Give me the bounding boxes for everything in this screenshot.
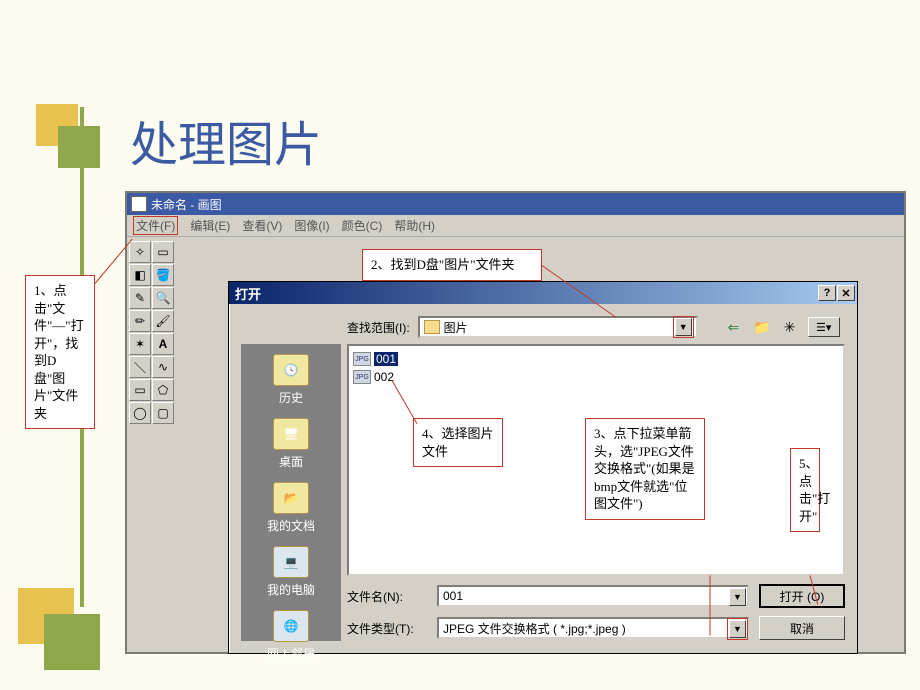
jpeg-file-icon: JPG bbox=[353, 370, 371, 384]
nav-back-icon[interactable]: ⇐ bbox=[724, 317, 744, 337]
views-menu-icon[interactable]: ☰▾ bbox=[808, 317, 840, 337]
filetype-field[interactable]: JPEG 文件交换格式 ( *.jpg;*.jpeg ) ▼ bbox=[437, 617, 749, 639]
menu-edit[interactable]: 编辑(E) bbox=[190, 217, 230, 234]
filetype-dropdown-icon[interactable]: ▼ bbox=[729, 620, 746, 638]
folder-icon bbox=[424, 320, 440, 334]
lookin-label: 查找范围(I): bbox=[347, 319, 410, 336]
tool-rect[interactable]: ▭ bbox=[129, 379, 151, 401]
open-dialog-titlebar: 打开 ? ✕ bbox=[229, 282, 857, 304]
tool-airbrush[interactable]: ✶ bbox=[129, 333, 151, 355]
filetype-label: 文件类型(T): bbox=[347, 620, 427, 637]
file-item-name: 001 bbox=[374, 352, 398, 366]
filetype-value: JPEG 文件交换格式 ( *.jpg;*.jpeg ) bbox=[443, 620, 626, 637]
tool-curve[interactable]: ∿ bbox=[152, 356, 174, 378]
paint-titlebar: 未命名 - 画图 bbox=[127, 193, 904, 215]
open-button[interactable]: 打开 (O) bbox=[759, 584, 845, 608]
close-button[interactable]: ✕ bbox=[837, 285, 855, 301]
place-mydocs-label: 我的文档 bbox=[246, 517, 336, 534]
tool-polygon[interactable]: ⬠ bbox=[152, 379, 174, 401]
connector-line bbox=[710, 576, 711, 636]
paint-menubar: 文件(F) 编辑(E) 查看(V) 图像(I) 颜色(C) 帮助(H) bbox=[127, 215, 904, 237]
filename-value: 001 bbox=[443, 589, 463, 603]
annotation-2: 2、找到D盘"图片"文件夹 bbox=[362, 249, 542, 281]
tool-line[interactable]: ＼ bbox=[129, 356, 151, 378]
help-button[interactable]: ? bbox=[818, 285, 836, 301]
new-folder-icon[interactable]: ✳ bbox=[780, 317, 800, 337]
place-mycomputer[interactable]: 💻 我的电脑 bbox=[246, 542, 336, 602]
place-desktop[interactable]: 🖥 桌面 bbox=[246, 414, 336, 474]
lookin-combobox[interactable]: 图片 ▼ bbox=[418, 316, 698, 338]
paint-app-icon bbox=[131, 196, 147, 212]
file-item[interactable]: JPG 001 bbox=[353, 350, 839, 368]
place-history-label: 历史 bbox=[246, 389, 336, 406]
annotation-5: 5、点击"打开" bbox=[790, 448, 820, 532]
tool-fill[interactable]: 🪣 bbox=[152, 264, 174, 286]
mydocs-icon: 📂 bbox=[273, 482, 309, 514]
open-dialog-title: 打开 bbox=[235, 284, 261, 303]
lookin-dropdown-icon[interactable]: ▼ bbox=[675, 318, 692, 336]
desktop-icon: 🖥 bbox=[273, 418, 309, 450]
tool-ellipse[interactable]: ◯ bbox=[129, 402, 151, 424]
mycomputer-icon: 💻 bbox=[273, 546, 309, 578]
place-desktop-label: 桌面 bbox=[246, 453, 336, 470]
tool-pencil[interactable]: ✏ bbox=[129, 310, 151, 332]
place-network[interactable]: 🌐 网上邻居 bbox=[246, 606, 336, 666]
cancel-button[interactable]: 取消 bbox=[759, 616, 845, 640]
tool-text[interactable]: A bbox=[152, 333, 174, 355]
open-dialog: 打开 ? ✕ 查找范围(I): 图片 ▼ ⇐ 📁 ✳ ☰▾ 🕓 历史 🖥 桌面 bbox=[228, 281, 858, 654]
annotation-1: 1、点击"文件"—"打开"，找到D盘"图片"文件夹 bbox=[25, 275, 95, 429]
menu-view[interactable]: 查看(V) bbox=[242, 217, 282, 234]
nav-up-icon[interactable]: 📁 bbox=[752, 317, 772, 337]
annotation-4: 4、选择图片文件 bbox=[413, 418, 503, 467]
history-icon: 🕓 bbox=[273, 354, 309, 386]
tool-magnifier[interactable]: 🔍 bbox=[152, 287, 174, 309]
places-bar: 🕓 历史 🖥 桌面 📂 我的文档 💻 我的电脑 🌐 网上邻居 bbox=[241, 344, 341, 641]
tool-eraser[interactable]: ◧ bbox=[129, 264, 151, 286]
paint-toolbox: ✧ ▭ ◧ 🪣 ✎ 🔍 ✏ 🖌 ✶ A ＼ ∿ ▭ ⬠ ◯ ▢ bbox=[127, 239, 175, 426]
tool-round-rect[interactable]: ▢ bbox=[152, 402, 174, 424]
place-mycomputer-label: 我的电脑 bbox=[246, 581, 336, 598]
tool-rect-select[interactable]: ▭ bbox=[152, 241, 174, 263]
menu-color[interactable]: 颜色(C) bbox=[342, 217, 383, 234]
place-network-label: 网上邻居 bbox=[246, 645, 336, 662]
jpeg-file-icon: JPG bbox=[353, 352, 371, 366]
tool-brush[interactable]: 🖌 bbox=[152, 310, 174, 332]
lookin-value: 图片 bbox=[444, 319, 468, 336]
file-item-name: 002 bbox=[374, 370, 394, 384]
filename-label: 文件名(N): bbox=[347, 588, 427, 605]
filename-field[interactable]: 001 ▼ bbox=[437, 585, 749, 607]
place-history[interactable]: 🕓 历史 bbox=[246, 350, 336, 410]
tool-picker[interactable]: ✎ bbox=[129, 287, 151, 309]
menu-file[interactable]: 文件(F) bbox=[133, 216, 178, 235]
menu-help[interactable]: 帮助(H) bbox=[394, 217, 435, 234]
paint-title: 未命名 - 画图 bbox=[151, 196, 222, 213]
file-item[interactable]: JPG 002 bbox=[353, 368, 839, 386]
tool-freeform-select[interactable]: ✧ bbox=[129, 241, 151, 263]
annotation-3: 3、点下拉菜单箭头，选"JPEG文件交换格式"(如果是bmp文件就选"位图文件"… bbox=[585, 418, 705, 520]
network-icon: 🌐 bbox=[273, 610, 309, 642]
filename-dropdown-icon[interactable]: ▼ bbox=[729, 588, 746, 606]
menu-image[interactable]: 图像(I) bbox=[294, 217, 329, 234]
place-mydocs[interactable]: 📂 我的文档 bbox=[246, 478, 336, 538]
slide-title: 处理图片 bbox=[130, 105, 322, 175]
